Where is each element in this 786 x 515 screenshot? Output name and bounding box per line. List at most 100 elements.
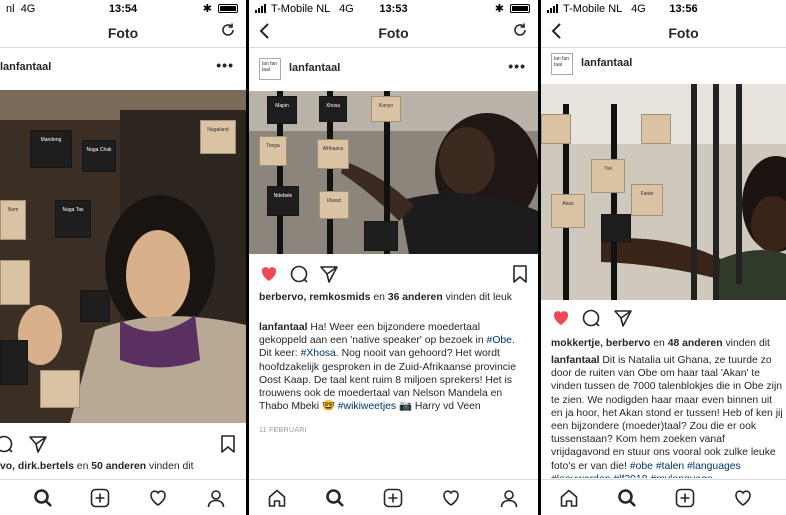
likes-separator: en: [370, 292, 388, 303]
bookmark-icon[interactable]: [220, 434, 236, 459]
likes-users[interactable]: mokkertje, berbervo: [551, 338, 650, 349]
refresh-icon[interactable]: [512, 22, 528, 43]
bluetooth-icon: ✱: [494, 3, 504, 15]
likes-separator: en: [650, 338, 668, 349]
comment-icon[interactable]: [581, 308, 601, 333]
language-block: Fante: [631, 184, 663, 216]
language-block: [0, 260, 30, 305]
profile-icon[interactable]: [206, 488, 226, 513]
language-block: Nam: [0, 200, 26, 240]
phone-screen-3: T-Mobile NL 4G 13:56 Foto lan fan taal l…: [541, 0, 786, 515]
language-block: Tonga: [259, 136, 287, 166]
bookmark-icon[interactable]: [512, 264, 528, 289]
post-photo: Mandeng Naga Chak Nagaland Nam Naga Tas: [0, 90, 246, 423]
language-block: [641, 114, 671, 144]
hashtag-link[interactable]: #Obe: [487, 335, 512, 346]
status-bar: T-Mobile NL 4G 13:56: [541, 0, 786, 18]
more-dots-icon[interactable]: •••: [508, 58, 526, 74]
language-block: [80, 290, 110, 322]
search-icon[interactable]: [33, 488, 53, 513]
home-icon[interactable]: [267, 488, 287, 513]
post-photo: Mapin Xhosa Kanyo Tonga Afrikaans Ndebel…: [249, 91, 538, 254]
likes-suffix: vinden dit: [146, 461, 194, 472]
activity-heart-icon[interactable]: [441, 488, 461, 513]
heart-icon[interactable]: [259, 264, 279, 289]
post-username[interactable]: lanfantaal: [289, 62, 340, 74]
language-block: Afrikaans: [317, 139, 349, 169]
more-dots-icon[interactable]: •••: [216, 57, 234, 73]
activity-heart-icon[interactable]: [733, 488, 753, 513]
home-icon[interactable]: [559, 488, 579, 513]
page-title: Foto: [378, 25, 409, 41]
likes-line: mokkertje, berbervo en 48 anderen vinden…: [551, 337, 786, 350]
search-icon[interactable]: [325, 488, 345, 513]
caption-username[interactable]: lanfantaal: [259, 322, 308, 333]
bottom-tab-bar: [249, 479, 538, 515]
status-time: 13:56: [669, 3, 698, 15]
language-block: [541, 114, 571, 144]
signal-icon: [547, 4, 559, 16]
likes-count[interactable]: 36 anderen: [388, 292, 443, 303]
bottom-tab-bar: [0, 479, 246, 515]
back-chevron-icon[interactable]: [551, 22, 563, 45]
language-block: Twi: [591, 159, 625, 193]
comment-icon[interactable]: [289, 264, 309, 289]
language-block: [40, 370, 80, 408]
post-username[interactable]: lanfantaal: [0, 61, 51, 73]
post-actions: [249, 260, 538, 288]
top-nav: Foto: [541, 18, 786, 48]
caption-username[interactable]: lanfantaal: [551, 355, 600, 366]
caption-text: Dit is Natalia uit Ghana, ze tuurde zo d…: [551, 355, 783, 472]
avatar[interactable]: lan fan taal: [551, 53, 573, 75]
profile-icon[interactable]: [499, 488, 519, 513]
language-block: Mapin: [267, 96, 297, 124]
language-block: Xhosa: [319, 96, 347, 122]
language-block: Nagaland: [200, 120, 236, 154]
likes-count[interactable]: 50 anderen: [91, 461, 146, 472]
share-icon[interactable]: [319, 264, 339, 289]
avatar[interactable]: lan fan taal: [259, 58, 281, 80]
likes-users[interactable]: berbervo, remkosmids: [259, 292, 370, 303]
activity-heart-icon[interactable]: [148, 488, 168, 513]
hashtag-link[interactable]: #wikiweetjes: [338, 401, 396, 412]
add-post-icon[interactable]: [90, 488, 110, 513]
comment-icon[interactable]: [0, 434, 14, 459]
likes-count[interactable]: 48 anderen: [668, 338, 723, 349]
bluetooth-icon: ✱: [202, 3, 212, 15]
likes-suffix: vinden dit: [722, 338, 770, 349]
language-block: [0, 340, 28, 385]
add-post-icon[interactable]: [675, 488, 695, 513]
post-actions: [541, 304, 786, 332]
add-post-icon[interactable]: [383, 488, 403, 513]
page-title: Foto: [107, 25, 139, 41]
top-nav: Foto: [0, 18, 246, 48]
heart-icon[interactable]: [551, 308, 571, 333]
share-icon[interactable]: [28, 434, 48, 459]
likes-line: vo, dirk.bertels en 50 anderen vinden di…: [0, 460, 238, 473]
likes-users[interactable]: vo, dirk.bertels: [0, 461, 74, 472]
caption-text: 📷 Harry vd Veen: [396, 401, 481, 413]
post-actions: [0, 430, 246, 458]
refresh-icon[interactable]: [220, 22, 236, 43]
battery-icon: [218, 4, 238, 13]
post-header: lan fan taal lanfantaal •••: [249, 50, 538, 90]
language-block: Ndebele: [267, 186, 299, 216]
language-block: [364, 221, 398, 251]
page-title: Foto: [668, 25, 699, 41]
top-nav: Foto: [249, 18, 538, 48]
likes-suffix: vinden dit leuk: [442, 292, 513, 303]
status-bar: T-Mobile NL 4G 13:53 ✱: [249, 0, 538, 18]
language-block: Naga Chak: [82, 140, 116, 172]
phone-screen-2: T-Mobile NL 4G 13:53 ✱ Foto lan fan taal…: [249, 0, 538, 515]
post-header: lan fan taal lanfantaal: [541, 45, 786, 85]
hashtag-link[interactable]: #Xhosa: [301, 348, 336, 359]
language-block: Kanyo: [371, 96, 401, 122]
language-block: [601, 214, 631, 242]
language-block: Naga Tas: [55, 200, 91, 238]
post-username[interactable]: lanfantaal: [581, 57, 632, 69]
search-icon[interactable]: [617, 488, 637, 513]
bottom-tab-bar: [541, 479, 786, 515]
post-header: lanfantaal •••: [0, 49, 246, 89]
share-icon[interactable]: [613, 308, 633, 333]
post-caption: lanfantaal Ha! Weer een bijzondere moede…: [259, 321, 530, 413]
